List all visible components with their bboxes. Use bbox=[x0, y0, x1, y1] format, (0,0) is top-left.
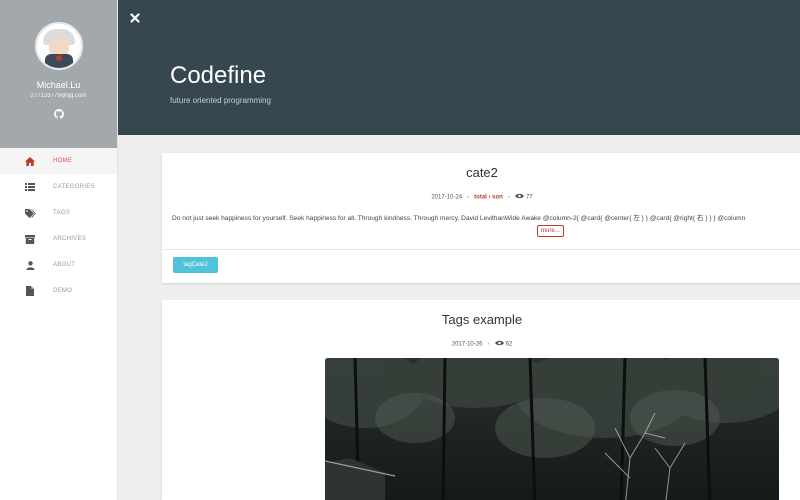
tag-button[interactable]: tagCate2 bbox=[173, 257, 218, 273]
github-icon[interactable] bbox=[53, 106, 64, 119]
site-subtitle: future oriented programming bbox=[170, 96, 271, 105]
post-cover-image[interactable] bbox=[325, 358, 779, 500]
post-date: 2017-10-26 bbox=[451, 341, 483, 348]
tags-icon bbox=[24, 207, 36, 219]
post-meta: 2017-10-24 • total › son • 77 bbox=[431, 193, 533, 201]
sidebar-nav: HOME CATEGORIES TAGS ARCHIVES ABOUT DEMO bbox=[0, 148, 117, 304]
post-date: 2017-10-24 bbox=[431, 194, 463, 201]
sidebar-item-label: TAGS bbox=[53, 210, 71, 216]
sidebar-item-label: HOME bbox=[53, 158, 73, 164]
sidebar: Michael.Lu 277133779@qq.com HOME CATEGOR… bbox=[0, 0, 118, 500]
sidebar-item-demo[interactable]: DEMO bbox=[0, 278, 117, 304]
sidebar-item-categories[interactable]: CATEGORIES bbox=[0, 174, 117, 200]
profile-name: Michael.Lu bbox=[36, 80, 81, 90]
sidebar-item-tags[interactable]: TAGS bbox=[0, 200, 117, 226]
site-header: Codefine future oriented programming bbox=[118, 0, 800, 135]
user-icon bbox=[24, 259, 36, 271]
archive-icon bbox=[24, 233, 36, 245]
eye-icon bbox=[514, 193, 524, 201]
sidebar-item-label: ABOUT bbox=[53, 262, 76, 268]
card-divider bbox=[162, 249, 800, 250]
sidebar-item-archives[interactable]: ARCHIVES bbox=[0, 226, 117, 252]
sidebar-item-label: ARCHIVES bbox=[53, 236, 87, 242]
post-category[interactable]: total bbox=[474, 195, 487, 201]
sidebar-item-about[interactable]: ABOUT bbox=[0, 252, 117, 278]
post-meta: 2017-10-26 • 62 bbox=[451, 340, 513, 348]
post-views: 62 bbox=[505, 341, 513, 348]
close-icon[interactable] bbox=[130, 10, 142, 23]
post-title[interactable]: cate2 bbox=[162, 165, 800, 180]
profile-panel: Michael.Lu 277133779@qq.com bbox=[0, 0, 117, 148]
eye-icon bbox=[494, 340, 504, 348]
home-icon bbox=[24, 155, 36, 167]
site-title[interactable]: Codefine bbox=[170, 62, 266, 90]
post-excerpt: Do not just seek happiness for yourself.… bbox=[172, 215, 746, 222]
sidebar-item-label: DEMO bbox=[53, 288, 73, 294]
sidebar-item-label: CATEGORIES bbox=[53, 184, 95, 190]
post-subcategory[interactable]: son bbox=[492, 195, 503, 201]
sidebar-item-home[interactable]: HOME bbox=[0, 148, 117, 174]
post-card: cate2 2017-10-24 • total › son • 77 Do not j… bbox=[162, 153, 800, 283]
list-icon bbox=[24, 181, 36, 193]
post-title[interactable]: Tags example bbox=[162, 312, 800, 327]
file-icon bbox=[24, 285, 36, 297]
read-more-button[interactable]: more... bbox=[537, 225, 564, 237]
profile-email: 277133779@qq.com bbox=[30, 93, 87, 99]
category-separator: › bbox=[488, 194, 491, 201]
post-card: Tags example 2017-10-26 • 62 bbox=[162, 300, 800, 500]
post-views: 77 bbox=[525, 194, 533, 201]
avatar[interactable] bbox=[34, 22, 83, 70]
